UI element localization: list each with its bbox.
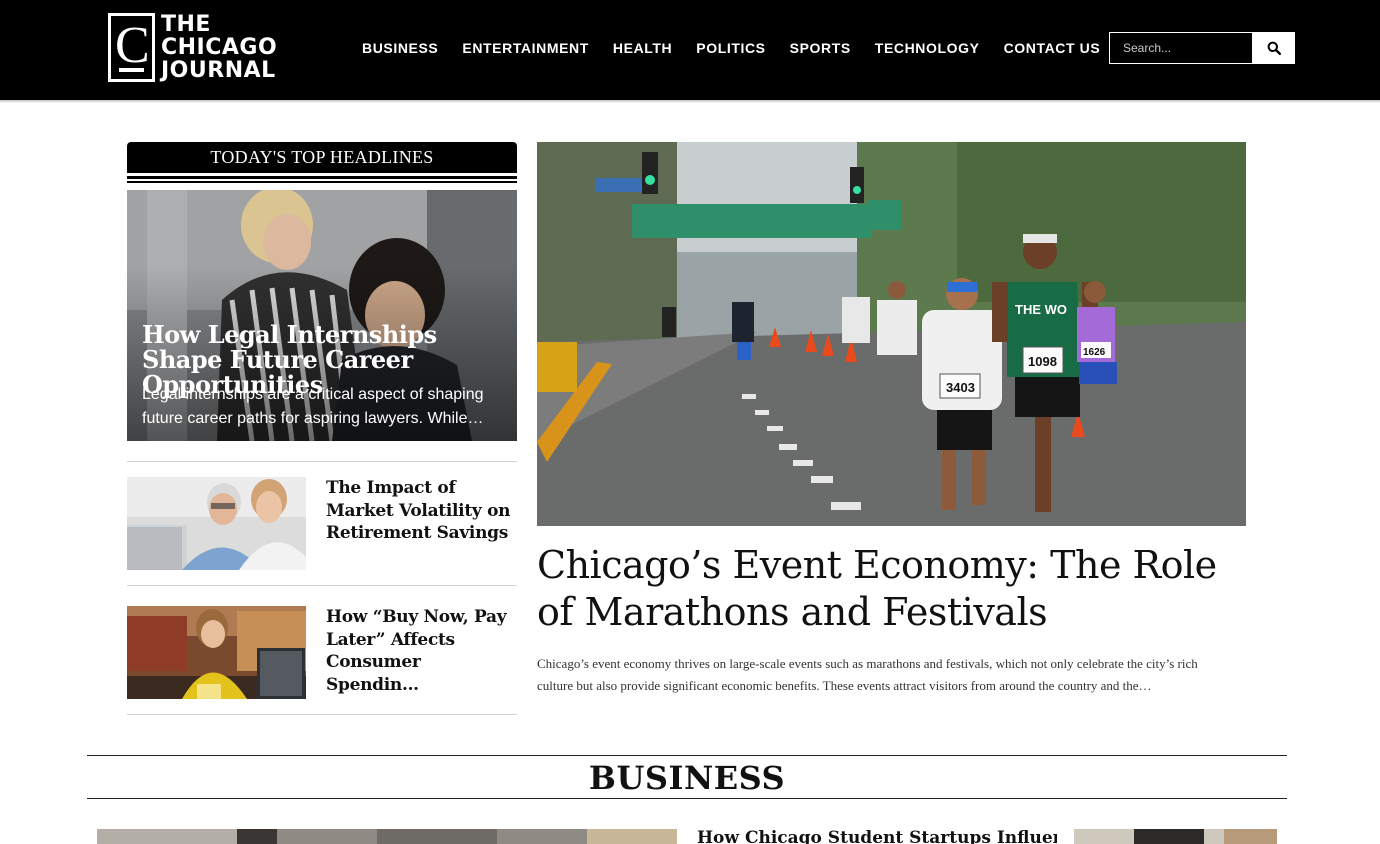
nav-contact-us[interactable]: CONTACT US bbox=[1004, 40, 1101, 56]
logo-line-3: JOURNAL bbox=[161, 57, 276, 83]
site-logo[interactable]: C THE CHICAGO JOURNAL bbox=[108, 12, 277, 82]
site-header: C THE CHICAGO JOURNAL BUSINESS ENTERTAIN… bbox=[0, 0, 1380, 100]
bib-number-3403: 3403 bbox=[946, 380, 975, 395]
list-divider bbox=[127, 714, 517, 715]
nav-health[interactable]: HEALTH bbox=[613, 40, 672, 56]
headline-title[interactable]: The Impact of Market Volatility on Retir… bbox=[326, 477, 516, 545]
logo-line-1: THE bbox=[161, 11, 211, 37]
nav-sports[interactable]: SPORTS bbox=[790, 40, 851, 56]
search-form bbox=[1109, 32, 1295, 64]
logo-mark-letter: C bbox=[115, 16, 150, 74]
headline-list-item[interactable]: The Impact of Market Volatility on Retir… bbox=[127, 477, 517, 571]
headline-thumbnail bbox=[127, 477, 306, 570]
search-input[interactable] bbox=[1109, 32, 1253, 64]
headline-title[interactable]: How “Buy Now, Pay Later” Affects Consume… bbox=[326, 606, 516, 696]
feature-article-card[interactable]: How Legal Internships Shape Future Caree… bbox=[127, 190, 517, 441]
nav-politics[interactable]: POLITICS bbox=[696, 40, 765, 56]
logo-line-2: CHICAGO bbox=[161, 34, 278, 60]
headlines-rule bbox=[127, 181, 517, 183]
header-shadow bbox=[0, 100, 1380, 103]
business-side-image[interactable] bbox=[1074, 829, 1277, 844]
bib-number-1098: 1098 bbox=[1028, 354, 1057, 369]
search-icon bbox=[1267, 41, 1281, 55]
headlines-rule bbox=[127, 176, 517, 179]
logo-wordmark: THE CHICAGO JOURNAL bbox=[161, 13, 277, 82]
section-rule bbox=[87, 798, 1287, 799]
main-story-excerpt: Chicago’s event economy thrives on large… bbox=[537, 656, 1198, 693]
bib-number-1626: 1626 bbox=[1083, 347, 1106, 358]
nav-entertainment[interactable]: ENTERTAINMENT bbox=[462, 40, 589, 56]
list-divider bbox=[127, 461, 517, 462]
business-article-title[interactable]: How Chicago Student Startups Influence bbox=[697, 827, 1057, 844]
top-headlines-heading: TODAY'S TOP HEADLINES bbox=[127, 142, 517, 173]
main-story-image[interactable]: 3403 THE WO 1098 1626 bbox=[537, 142, 1246, 526]
search-button[interactable] bbox=[1253, 32, 1295, 64]
main-story-title[interactable]: Chicago’s Event Economy: The Role of Mar… bbox=[537, 542, 1257, 636]
nav-business[interactable]: BUSINESS bbox=[362, 40, 438, 56]
logo-mark-bar bbox=[119, 67, 144, 72]
business-lead-image[interactable] bbox=[97, 829, 677, 844]
headline-list-item[interactable]: How “Buy Now, Pay Later” Affects Consume… bbox=[127, 606, 517, 700]
feature-article-excerpt: Legal internships are a critical aspect … bbox=[142, 386, 484, 427]
shirt-text: THE WO bbox=[1015, 302, 1067, 317]
logo-mark-icon: C bbox=[108, 12, 155, 82]
main-nav: BUSINESS ENTERTAINMENT HEALTH POLITICS S… bbox=[362, 40, 1100, 56]
headline-thumbnail bbox=[127, 606, 306, 699]
nav-technology[interactable]: TECHNOLOGY bbox=[875, 40, 980, 56]
list-divider bbox=[127, 585, 517, 586]
business-section-title[interactable]: BUSINESS bbox=[87, 758, 1287, 798]
section-rule bbox=[87, 755, 1287, 756]
